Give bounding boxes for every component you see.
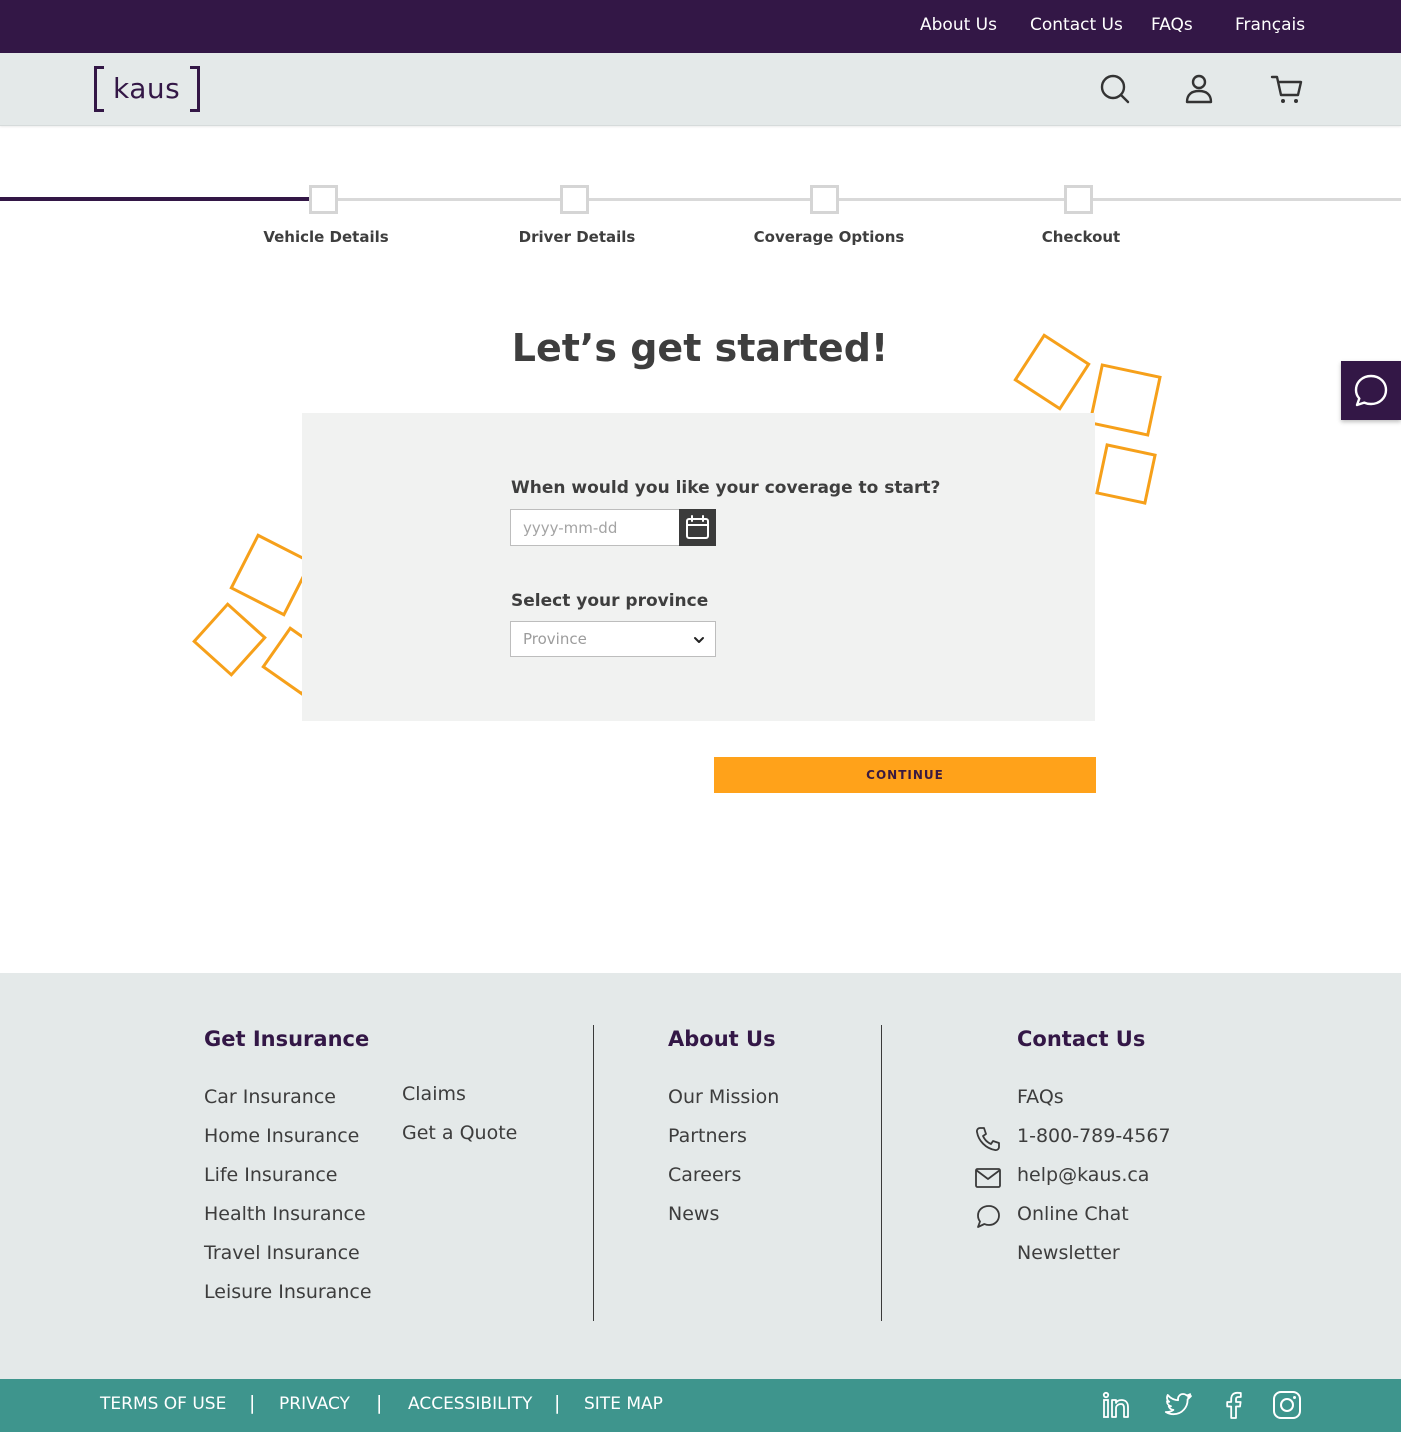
step-coverage-options-marker [810,185,839,214]
chat-bubble-icon [977,1205,1000,1228]
footer-link-health-insurance[interactable]: Health Insurance [204,1203,366,1225]
footer-link-claims[interactable]: Claims [402,1083,466,1105]
privacy-link[interactable]: PRIVACY [279,1394,350,1414]
footer-link-get-a-quote[interactable]: Get a Quote [402,1122,517,1144]
decorative-square [1013,333,1091,411]
footer-link-leisure-insurance[interactable]: Leisure Insurance [204,1281,372,1303]
top-utility-bar: About Us Contact Us FAQs Français [0,0,1401,53]
province-label: Select your province [511,591,709,611]
quote-form-panel [302,413,1095,721]
decorative-square [1095,443,1157,505]
footer-link-email[interactable]: help@kaus.ca [1017,1164,1149,1186]
language-toggle-link[interactable]: Français [1235,15,1305,35]
step-checkout-label: Checkout [1041,228,1121,246]
decorative-square [229,533,313,617]
step-driver-details-label: Driver Details [518,228,636,246]
footer-divider [881,1025,882,1321]
footer-link-faqs[interactable]: FAQs [1017,1086,1064,1108]
province-select[interactable]: Province [510,621,716,657]
coverage-start-label: When would you like your coverage to sta… [511,478,941,498]
footer-link-life-insurance[interactable]: Life Insurance [204,1164,338,1186]
legal-separator: | [249,1392,256,1414]
user-icon[interactable] [1182,71,1216,107]
nav-contact-us-link[interactable]: Contact Us [1030,15,1123,35]
footer-link-news[interactable]: News [668,1203,719,1225]
linkedin-icon[interactable] [1100,1389,1132,1421]
footer-link-travel-insurance[interactable]: Travel Insurance [204,1242,360,1264]
chat-tab-button[interactable] [1341,361,1401,420]
instagram-icon[interactable] [1271,1389,1303,1421]
calendar-icon [686,515,709,539]
footer-link-home-insurance[interactable]: Home Insurance [204,1125,359,1147]
footer-link-newsletter[interactable]: Newsletter [1017,1242,1120,1264]
logo-left-bracket [94,66,104,112]
logo-right-bracket [190,66,200,112]
footer-link-car-insurance[interactable]: Car Insurance [204,1086,336,1108]
site-header: kaus [0,53,1401,126]
nav-faqs-link[interactable]: FAQs [1151,15,1193,35]
continue-button[interactable]: CONTINUE [714,757,1096,793]
nav-about-us-link[interactable]: About Us [920,15,997,35]
site-map-link[interactable]: SITE MAP [584,1394,663,1414]
facebook-icon[interactable] [1218,1389,1250,1421]
step-vehicle-details-label: Vehicle Details [263,228,389,246]
legal-separator: | [376,1392,383,1414]
mail-icon [975,1168,1001,1188]
twitter-icon[interactable] [1162,1389,1194,1421]
chat-bubble-icon [1354,374,1388,407]
footer-link-careers[interactable]: Careers [668,1164,741,1186]
decorative-square [192,602,267,677]
kaus-logo[interactable]: kaus [94,66,200,112]
footer-heading-about-us: About Us [668,1027,776,1051]
footer-heading-contact-us: Contact Us [1017,1027,1146,1051]
footer-link-our-mission[interactable]: Our Mission [668,1086,779,1108]
footer-link-phone[interactable]: 1-800-789-4567 [1017,1125,1171,1147]
decorative-square [1088,363,1162,437]
page-title: Let’s get started! [511,326,889,370]
footer-link-partners[interactable]: Partners [668,1125,747,1147]
logo-wordmark: kaus [113,72,181,105]
terms-of-use-link[interactable]: TERMS OF USE [100,1394,226,1414]
province-select-value: Province [523,630,587,648]
step-checkout-marker [1064,185,1093,214]
search-icon[interactable] [1098,71,1132,107]
calendar-button[interactable] [679,509,716,546]
cart-icon[interactable] [1270,71,1304,107]
chevron-down-icon [694,637,704,643]
footer-heading-get-insurance: Get Insurance [204,1027,370,1051]
coverage-start-date-input[interactable] [510,509,680,546]
phone-icon [976,1127,1000,1151]
accessibility-link[interactable]: ACCESSIBILITY [408,1394,532,1414]
progress-track-fill [0,197,310,201]
legal-separator: | [554,1392,561,1414]
footer-link-online-chat[interactable]: Online Chat [1017,1203,1129,1225]
footer-divider [593,1025,594,1321]
step-coverage-options-label: Coverage Options [753,228,905,246]
step-vehicle-details-marker [309,185,338,214]
step-driver-details-marker [560,185,589,214]
